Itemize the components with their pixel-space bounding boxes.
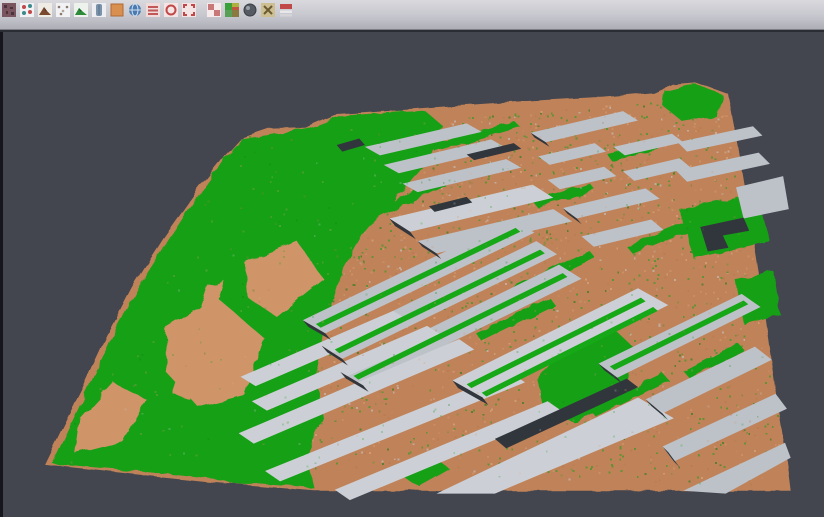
globe-icon[interactable] — [127, 2, 143, 18]
toolbar-icon-row — [1, 2, 296, 18]
red-ring-icon[interactable] — [163, 2, 179, 18]
red-lines-icon[interactable] — [145, 2, 161, 18]
3d-viewport[interactable] — [0, 30, 824, 517]
toolbar — [0, 0, 824, 30]
sphere-icon[interactable] — [242, 2, 258, 18]
window-left-border — [0, 32, 3, 517]
ortho-square-icon[interactable] — [109, 2, 125, 18]
classify-dots-icon[interactable] — [19, 2, 35, 18]
point-cloud-scene — [0, 32, 824, 517]
red-layers-icon[interactable] — [278, 2, 294, 18]
classified-cloud-icon[interactable] — [224, 2, 240, 18]
profile-panel-icon[interactable] — [91, 2, 107, 18]
terrain-brown-icon[interactable] — [37, 2, 53, 18]
point-noise-icon[interactable] — [1, 2, 17, 18]
checker-icon[interactable] — [206, 2, 222, 18]
application-window — [0, 0, 824, 517]
terrain-green-icon[interactable] — [73, 2, 89, 18]
sparse-points-icon[interactable] — [55, 2, 71, 18]
corner-brackets-icon[interactable] — [181, 2, 197, 18]
cross-marks-icon[interactable] — [260, 2, 276, 18]
